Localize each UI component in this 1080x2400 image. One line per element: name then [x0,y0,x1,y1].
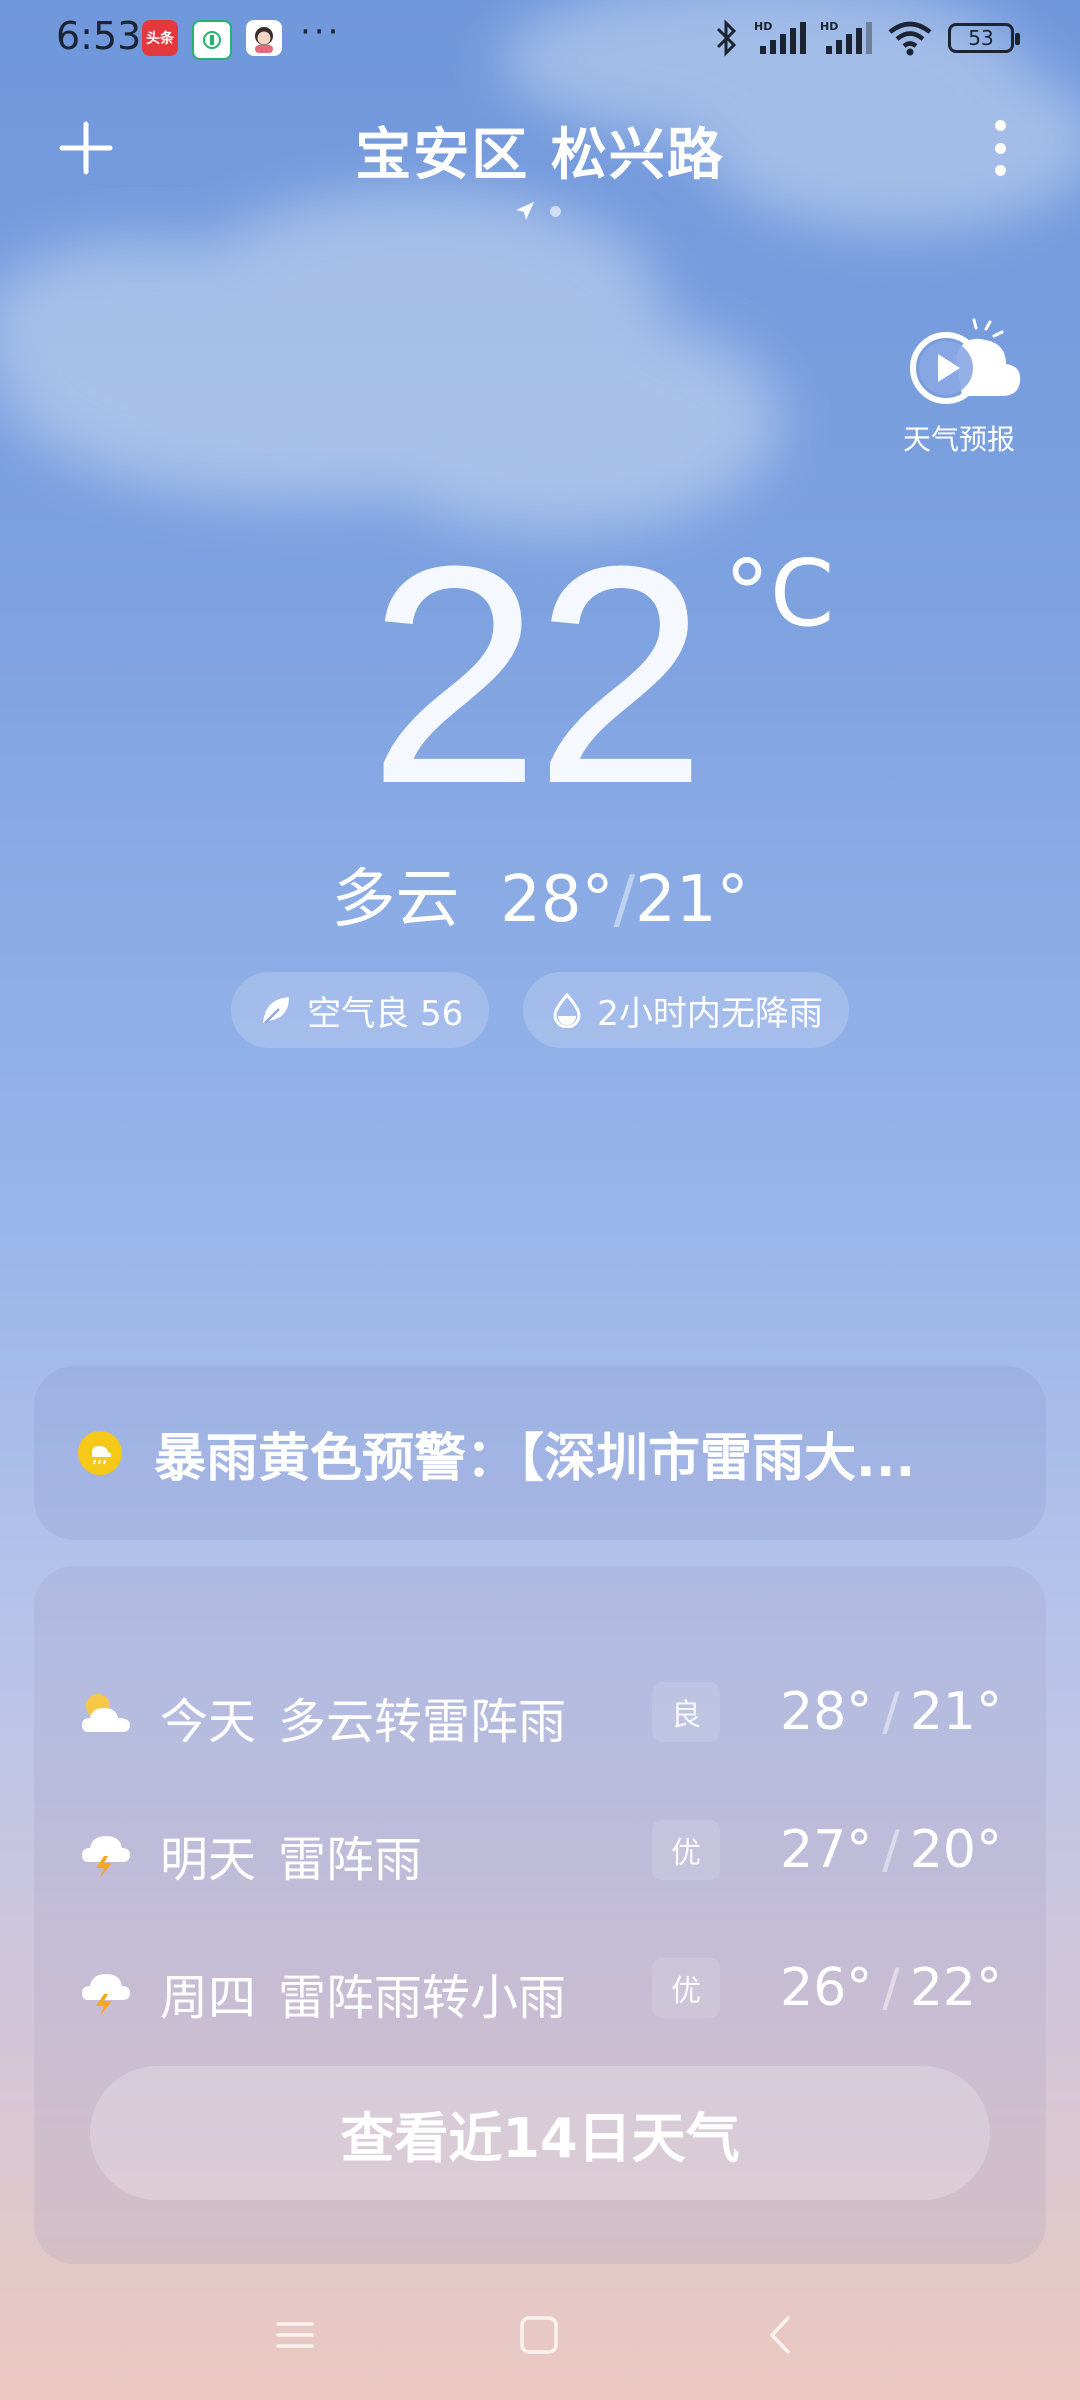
home-icon[interactable] [514,2310,564,2360]
current-condition: 多云 [331,863,460,937]
system-status-icons: HD HD 53 [714,18,1020,58]
day-high: 26° [780,1958,873,2018]
toutiao-app-icon: 头条 [142,20,178,56]
leaf-icon [263,997,290,1024]
forecast-row-today[interactable]: 今天 多云转雷阵雨 良 28°/21° [34,1674,1046,1754]
location-arrow-icon [516,202,534,220]
play-cloud-icon [910,318,1021,404]
day-temperatures: 26°/22° [780,1958,1002,2018]
air-quality-chip[interactable]: 空气良 56 [231,972,490,1048]
view-14-day-forecast-button[interactable]: 查看近14日天气 [90,2066,990,2200]
menu-dot [994,165,1006,176]
page-indicator [514,200,561,222]
aqi-badge: 良 [652,1682,720,1742]
weather-alert-card[interactable]: 暴雨黄色预警：【深圳市雷雨大... [34,1366,1046,1540]
signal-hd-1-icon: HD [754,20,806,54]
day-low: 22° [909,1958,1002,2018]
temp-separator: / [882,1820,900,1880]
temperature-unit: °C [724,540,835,647]
day-high: 27° [780,1820,873,1880]
day-condition: 雷阵雨 [278,1832,423,1888]
day-condition: 多云转雷阵雨 [278,1694,567,1750]
day-name: 明天 [160,1832,257,1888]
weather-forecast-video-button[interactable]: 天气预报 [894,316,1024,458]
notification-icons: 头条 [142,20,282,60]
day-low: 21° [909,1682,1002,1742]
status-bar: 6:53 头条 ··· HD HD 53 [0,0,1080,78]
location-title[interactable]: 宝安区 松兴路 [0,110,1080,191]
thunderstorm-icon [82,1836,130,1878]
day-condition: 雷阵雨转小雨 [278,1970,567,2026]
raindrop-icon [553,992,581,1028]
wifi-icon [888,21,932,56]
status-time: 6:53 [56,14,142,58]
today-low: 21° [635,863,749,937]
svg-text:HD: HD [820,20,838,33]
day-name: 今天 [160,1694,257,1750]
day-temperatures: 28°/21° [780,1682,1002,1742]
temp-separator: / [882,1958,900,2018]
day-name: 周四 [160,1970,257,2026]
air-quality-text: 空气良 56 [307,993,464,1034]
navigation-bar [0,2300,1080,2370]
svg-text:HD: HD [754,20,772,33]
day-temperatures: 27°/20° [780,1820,1002,1880]
alert-text: 暴雨黄色预警：【深圳市雷雨大... [154,1428,916,1489]
back-icon[interactable] [756,2310,806,2360]
avatar-app-icon [246,20,282,56]
precipitation-text: 2小时内无降雨 [597,993,823,1034]
temp-separator: / [882,1682,900,1742]
aqi-badge: 优 [652,1958,720,2018]
weather-forecast-label: 天气预报 [902,423,1015,456]
charging-app-icon [192,20,232,60]
battery-indicator: 53 [948,23,1020,53]
temp-separator: / [613,863,636,937]
signal-hd-2-icon: HD [820,20,872,54]
page-dot [550,205,561,217]
current-temperature: 22 [368,501,707,848]
recent-apps-icon[interactable] [270,2310,320,2360]
forecast-card: 今天 多云转雷阵雨 良 28°/21° 明天 雷阵雨 优 27°/20° 周四 … [34,1566,1046,2264]
thunderstorm-icon [82,1974,130,2016]
aqi-badge: 优 [652,1820,720,1880]
current-condition-line: 多云 28°/21° [0,848,1080,940]
menu-dot [994,142,1006,154]
more-menu-button[interactable] [972,116,1028,180]
forecast-row-thursday[interactable]: 周四 雷阵雨转小雨 优 26°/22° [34,1950,1046,2030]
bluetooth-icon [716,19,737,57]
forecast-row-tomorrow[interactable]: 明天 雷阵雨 优 27°/20° [34,1812,1046,1892]
day-high: 28° [780,1682,873,1742]
partly-cloudy-icon [82,1694,130,1732]
rainstorm-warning-icon [78,1431,122,1475]
today-high: 28° [500,863,614,937]
more-notifications-icon: ··· [300,12,342,52]
day-low: 20° [909,1820,1002,1880]
info-chips: 空气良 56 2小时内无降雨 [0,972,1080,1048]
precipitation-chip[interactable]: 2小时内无降雨 [523,972,849,1048]
menu-dot [994,120,1006,131]
